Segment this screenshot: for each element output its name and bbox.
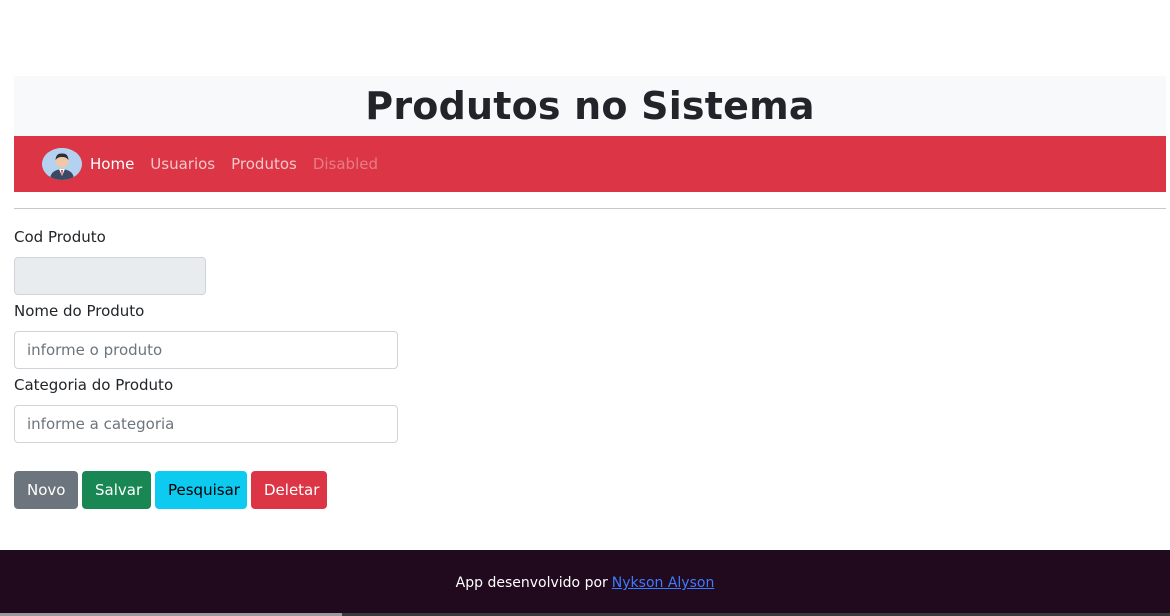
salvar-button[interactable]: Salvar [82, 471, 151, 509]
novo-button[interactable]: Novo [14, 471, 78, 509]
page-title: Produtos no Sistema [365, 84, 815, 128]
footer: App desenvolvido por Nykson Alyson [0, 550, 1170, 616]
navbar: Home Usuarios Produtos Disabled [14, 136, 1166, 192]
nav-disabled: Disabled [312, 155, 378, 173]
cod-produto-label: Cod Produto [14, 228, 106, 246]
title-bar: Produtos no Sistema [14, 76, 1166, 136]
nav-produtos[interactable]: Produtos [231, 155, 297, 173]
nav-usuarios[interactable]: Usuarios [150, 155, 215, 173]
nav-home[interactable]: Home [90, 155, 134, 173]
user-avatar-icon[interactable] [42, 148, 82, 180]
cod-produto-field[interactable] [14, 257, 206, 295]
footer-text: App desenvolvido por [455, 575, 608, 591]
divider [14, 208, 1166, 209]
nome-produto-label: Nome do Produto [14, 302, 145, 320]
categoria-produto-input[interactable] [14, 405, 398, 443]
footer-author-link[interactable]: Nykson Alyson [612, 575, 715, 591]
categoria-produto-label: Categoria do Produto [14, 376, 174, 394]
pesquisar-button[interactable]: Pesquisar [155, 471, 247, 509]
deletar-button[interactable]: Deletar [251, 471, 327, 509]
nome-produto-input[interactable] [14, 331, 398, 369]
page: Produtos no Sistema Home Usuarios Produt… [0, 0, 1170, 616]
